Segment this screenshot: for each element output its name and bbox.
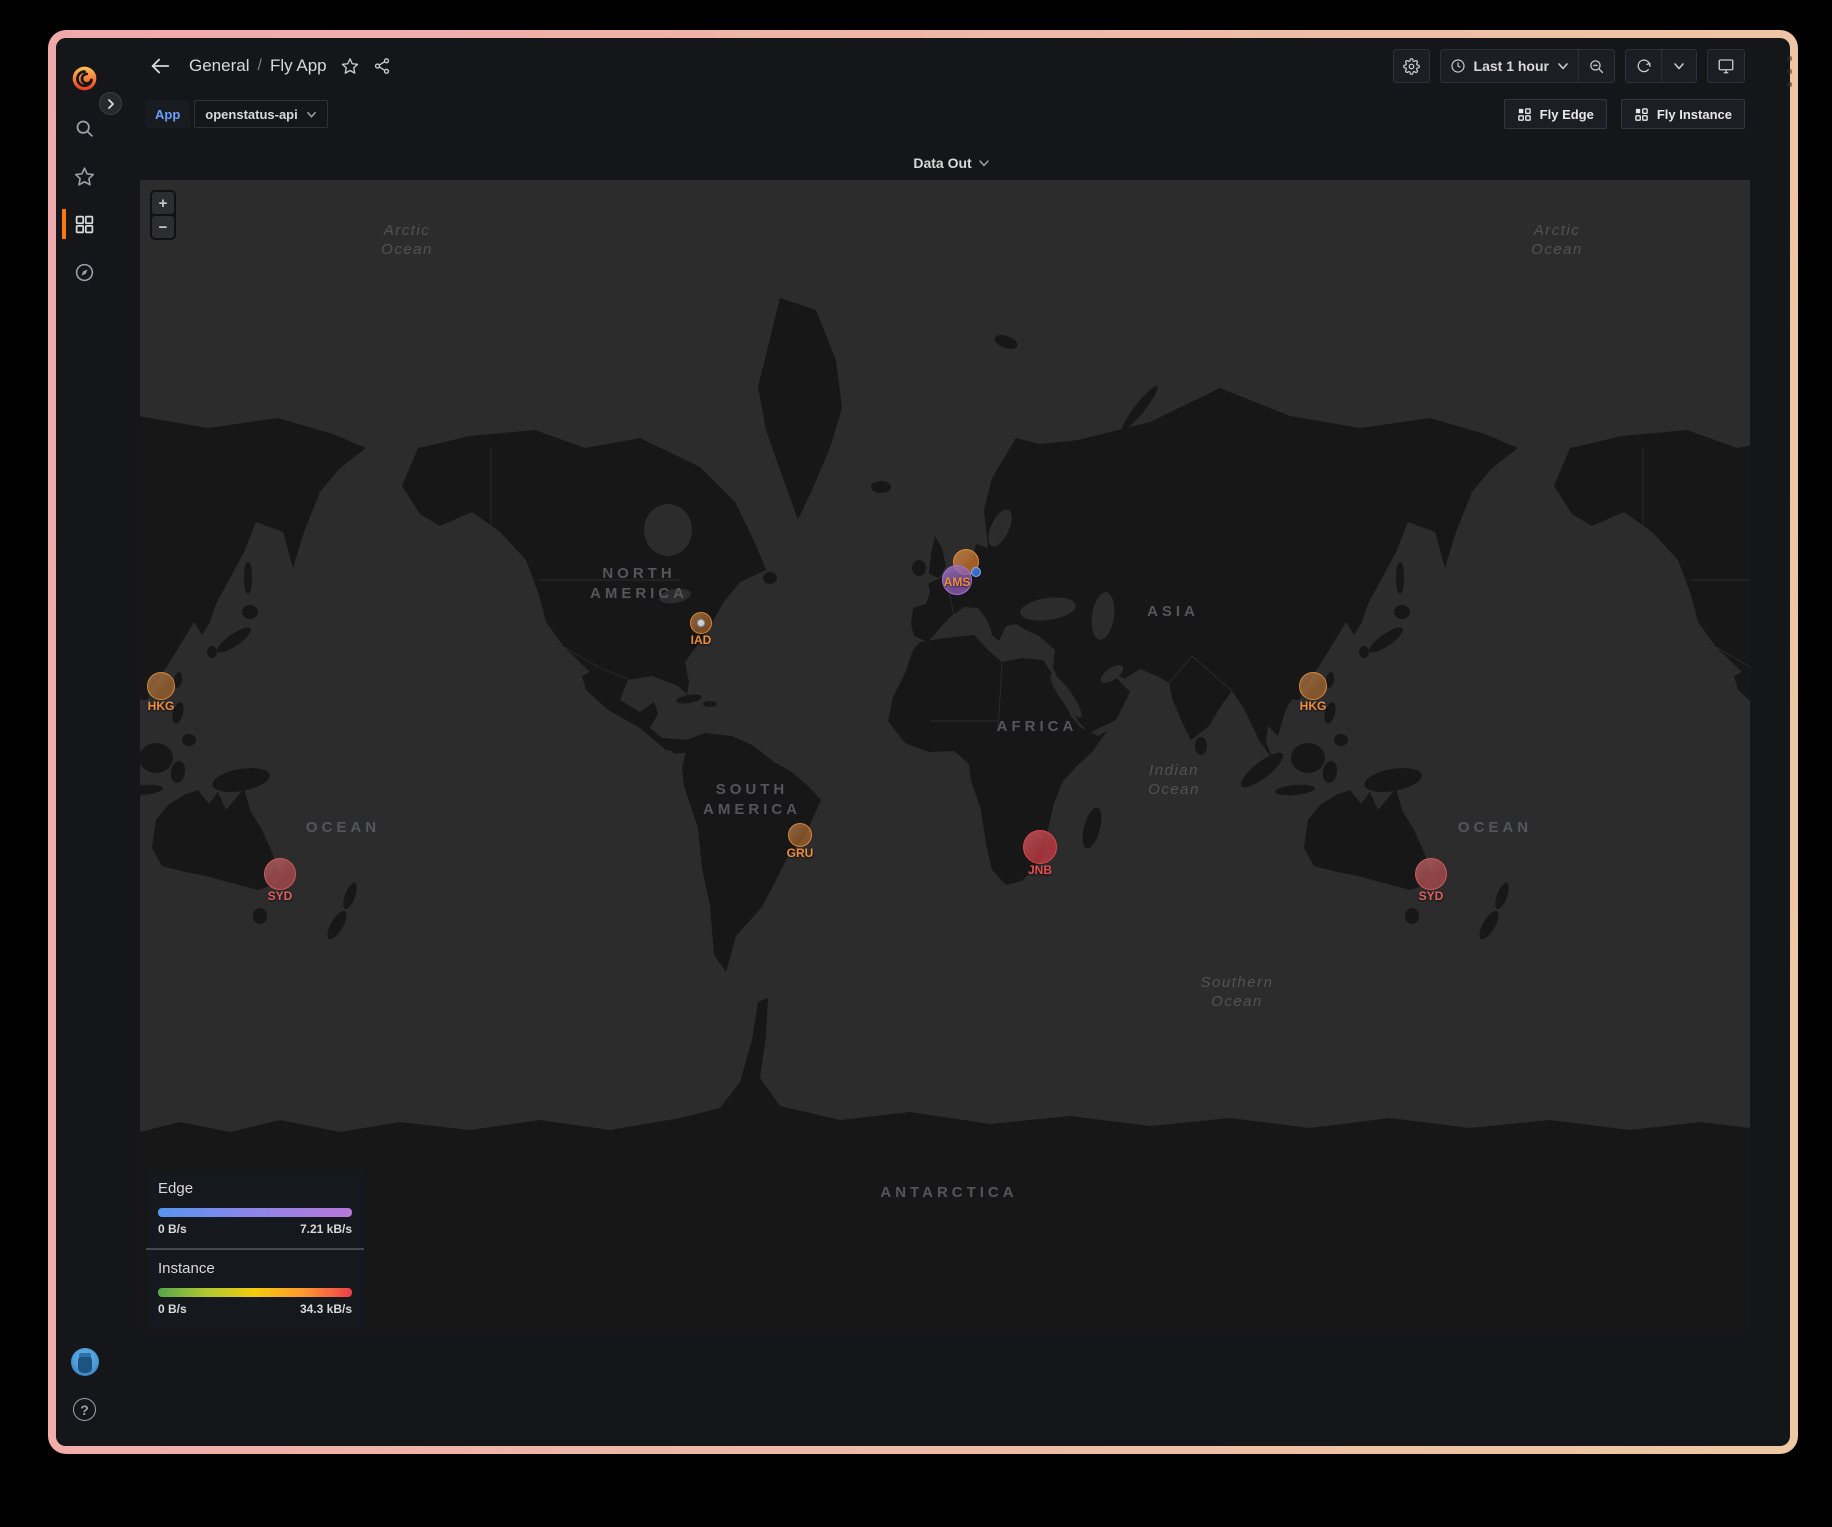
legend-gradient-bar — [158, 1208, 352, 1217]
starred-icon[interactable] — [56, 156, 113, 196]
submenu-row: App openstatus-api Fly Edge Fly Instance — [113, 94, 1790, 134]
dashboard-settings-button[interactable] — [1393, 49, 1430, 83]
chevron-down-icon — [1557, 60, 1569, 72]
variable-value: openstatus-api — [205, 107, 297, 122]
breadcrumb-separator: / — [257, 57, 261, 75]
map-marker-hkg[interactable] — [147, 672, 175, 700]
dashboard-link-fly-instance[interactable]: Fly Instance — [1621, 99, 1745, 129]
time-range-picker[interactable]: Last 1 hour — [1440, 49, 1578, 83]
zoom-in-button[interactable]: + — [152, 192, 174, 214]
link-label: Fly Instance — [1657, 107, 1732, 122]
map-marker-jnb[interactable] — [1023, 830, 1057, 864]
magnifier-minus-icon — [1588, 58, 1605, 75]
breadcrumb-folder[interactable]: General — [189, 56, 249, 76]
breadcrumb: General / Fly App — [189, 56, 327, 76]
zoom-out-button[interactable]: − — [152, 216, 174, 238]
map-sub-marker[interactable] — [971, 567, 981, 577]
panel-title: Data Out — [913, 155, 971, 171]
map-marker-ams[interactable] — [942, 565, 972, 595]
map-marker-gru[interactable] — [788, 823, 812, 847]
legend-layer-instance: Instance 0 B/s 34.3 kB/s — [146, 1248, 364, 1328]
map-marker-syd[interactable] — [264, 858, 296, 890]
user-avatar[interactable] — [71, 1348, 99, 1376]
legend-max-value: 34.3 kB/s — [300, 1302, 352, 1316]
time-range-label: Last 1 hour — [1474, 58, 1549, 74]
legend-layer-name: Instance — [158, 1260, 352, 1277]
link-label: Fly Edge — [1540, 107, 1594, 122]
dashboard-link-fly-edge[interactable]: Fly Edge — [1504, 99, 1607, 129]
gear-icon — [1403, 58, 1420, 75]
apps-grid-icon — [1634, 107, 1649, 122]
chevron-down-icon — [306, 109, 317, 120]
refresh-interval-dropdown[interactable] — [1661, 49, 1697, 83]
legend-gradient-bar — [158, 1288, 352, 1297]
map-marker-syd[interactable] — [1415, 858, 1447, 890]
legend-layer-name: Edge — [158, 1180, 352, 1197]
star-dashboard-icon[interactable] — [341, 57, 359, 75]
sidebar: ? — [56, 38, 113, 1446]
cycle-view-mode-button[interactable] — [1707, 49, 1745, 83]
search-icon[interactable] — [56, 108, 113, 148]
explore-compass-icon[interactable] — [56, 252, 113, 292]
refresh-icon — [1636, 58, 1652, 74]
legend-max-value: 7.21 kB/s — [300, 1222, 352, 1236]
panel-title-menu[interactable]: Data Out — [113, 146, 1790, 180]
dashboards-icon[interactable] — [56, 204, 113, 244]
map-legend: Edge 0 B/s 7.21 kB/s Instance 0 B/s 34.3 kB/s — [146, 1170, 364, 1328]
window-frame: ? General / Fly App — [48, 30, 1798, 1454]
breadcrumb-title: Fly App — [270, 56, 327, 76]
variable-value-dropdown[interactable]: openstatus-api — [194, 100, 327, 128]
grafana-app: ? General / Fly App — [56, 38, 1790, 1446]
monitor-icon — [1717, 57, 1735, 75]
chevron-down-icon — [978, 157, 990, 169]
legend-min-value: 0 B/s — [158, 1222, 187, 1236]
clock-icon — [1450, 58, 1466, 74]
variable-label[interactable]: App — [145, 100, 190, 128]
sidebar-expand-button[interactable] — [99, 92, 122, 115]
map-zoom-controls: + − — [150, 190, 176, 240]
legend-layer-edge: Edge 0 B/s 7.21 kB/s — [146, 1170, 364, 1248]
world-map — [140, 180, 1750, 1332]
zoom-out-time-button[interactable] — [1578, 49, 1615, 83]
share-icon[interactable] — [373, 57, 391, 75]
map-sub-marker[interactable] — [697, 619, 705, 627]
chevron-down-icon — [1673, 60, 1685, 72]
refresh-button[interactable] — [1625, 49, 1661, 83]
geomap-panel[interactable]: + − ArcticOceanArcticOceanNORTHAMERICAAS… — [140, 180, 1750, 1332]
help-icon[interactable]: ? — [73, 1398, 96, 1421]
back-arrow-icon[interactable] — [149, 55, 171, 77]
legend-min-value: 0 B/s — [158, 1302, 187, 1316]
dashboard-header: General / Fly App — [113, 38, 1790, 94]
apps-grid-icon — [1517, 107, 1532, 122]
grafana-logo-icon[interactable] — [71, 65, 98, 92]
main-area: General / Fly App — [113, 38, 1790, 1446]
scrollbar-dots[interactable] — [1787, 56, 1793, 87]
map-marker-hkg[interactable] — [1299, 672, 1327, 700]
